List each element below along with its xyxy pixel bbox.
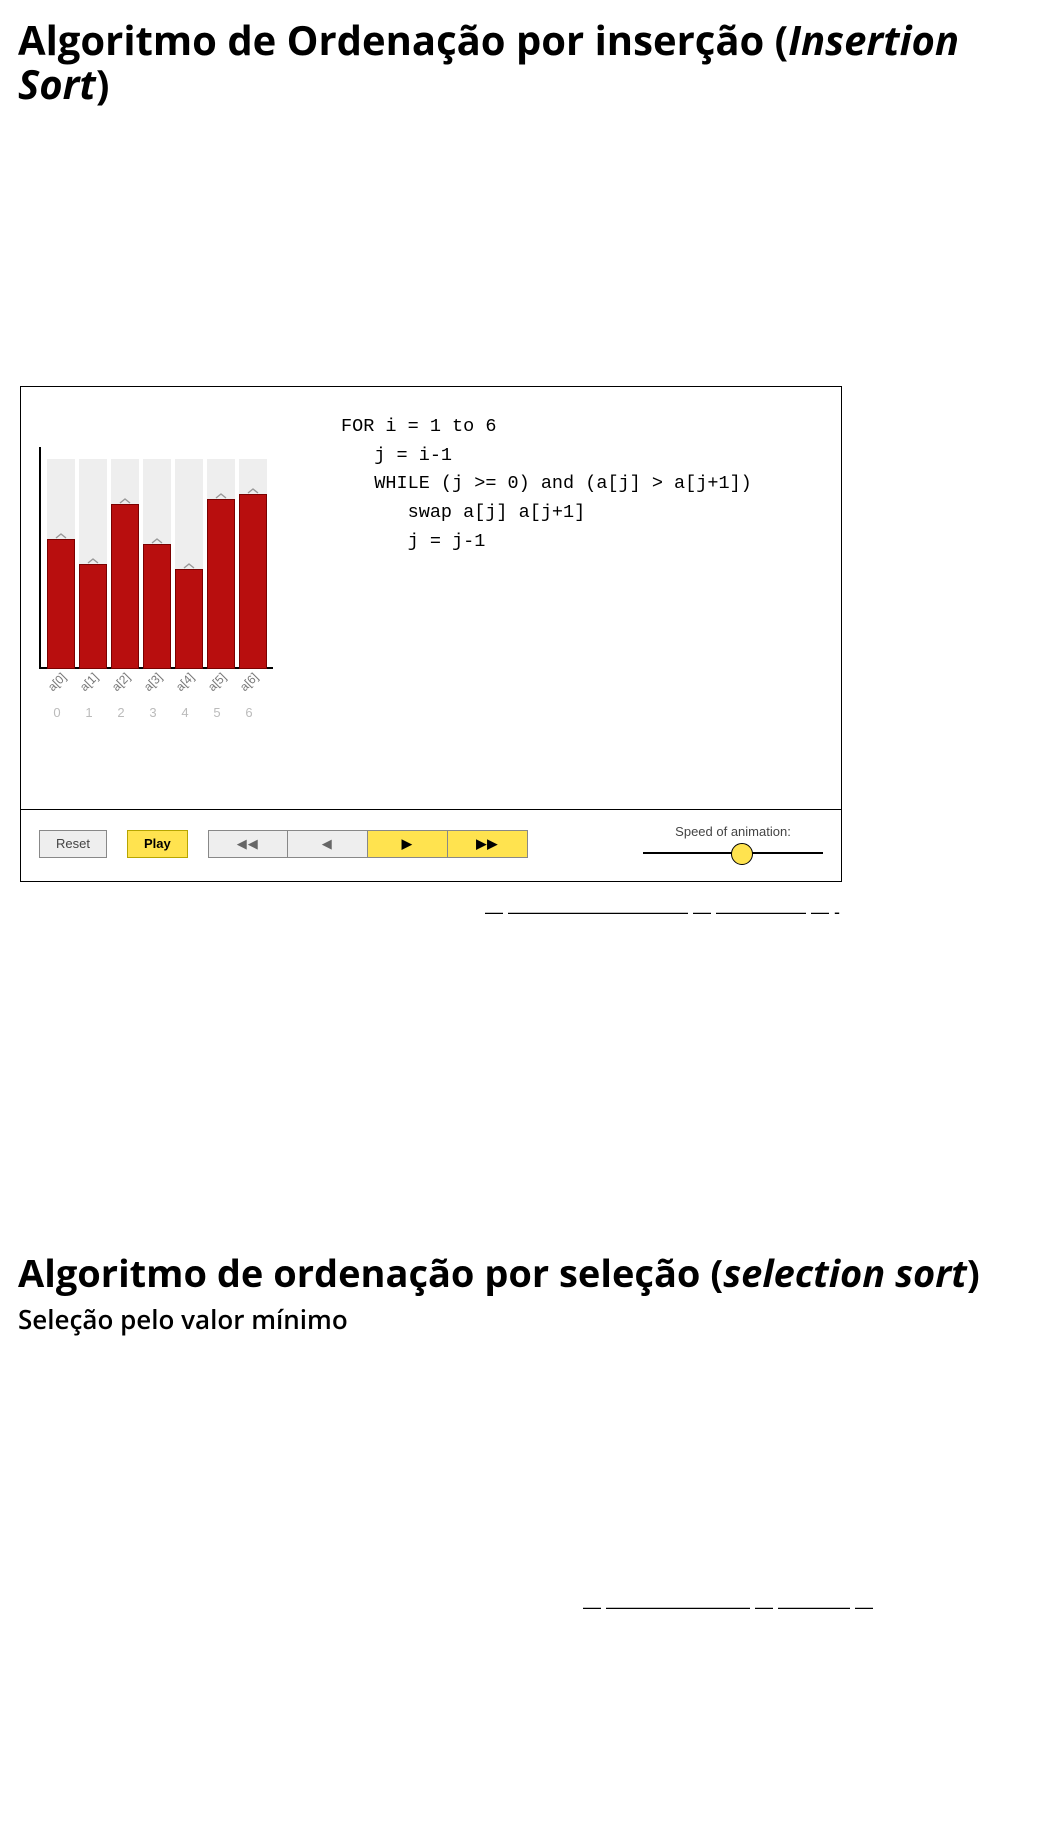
step-button-group: ◀◀ ◀ ▶ ▶▶: [208, 830, 528, 858]
bar-index-label: 5: [201, 705, 233, 720]
bar-handle-icon[interactable]: [80, 558, 106, 566]
bar-category-label: a[4]: [169, 666, 202, 699]
reset-button[interactable]: Reset: [39, 830, 107, 858]
heading-selection-sort: Algoritmo de ordenação por seleção (sele…: [18, 1253, 1037, 1295]
bar-1[interactable]: [79, 564, 107, 669]
heading-text-pt: Algoritmo de Ordenação por inserção (: [18, 12, 788, 67]
bar-category-label: a[1]: [73, 666, 106, 699]
bar-chart: a[0]a[1]a[2]a[3]a[4]a[5]a[6] 0123456: [41, 409, 301, 779]
bar-6[interactable]: [239, 494, 267, 669]
subtitle-selection-sort: Seleção pelo valor mínimo: [18, 1301, 1037, 1337]
bar-category-label: a[3]: [137, 666, 170, 699]
bar-0[interactable]: [47, 539, 75, 669]
bar-4[interactable]: [175, 569, 203, 669]
insertion-sort-widget: a[0]a[1]a[2]a[3]a[4]a[5]a[6] 0123456 FOR…: [20, 386, 842, 882]
bar-index-label: 6: [233, 705, 265, 720]
bar-index-label: 0: [41, 705, 73, 720]
bar-handle-icon[interactable]: [48, 533, 74, 541]
bar-handle-icon[interactable]: [144, 538, 170, 546]
controls-bar: Reset Play ◀◀ ◀ ▶ ▶▶ Speed of animation:: [21, 809, 841, 881]
speed-label: Speed of animation:: [675, 824, 791, 839]
play-button[interactable]: Play: [127, 830, 188, 858]
bar-handle-icon[interactable]: [208, 493, 234, 501]
heading2-close-paren: ): [967, 1247, 980, 1299]
bar-index-label: 4: [169, 705, 201, 720]
bar-category-label: a[2]: [105, 666, 138, 699]
step-back-button[interactable]: ◀: [288, 830, 368, 858]
bar-category-label: a[5]: [201, 666, 234, 699]
y-axis: [39, 447, 41, 669]
bar-category-label: a[6]: [233, 666, 266, 699]
heading2-text-pt: Algoritmo de ordenação por seleção (: [18, 1247, 723, 1299]
forward-icon: ▶: [402, 836, 413, 852]
separator-line-2: — ———————— — ———— —: [18, 1597, 1038, 1618]
bar-index-label: 2: [105, 705, 137, 720]
step-back-fast-button[interactable]: ◀◀: [208, 830, 288, 858]
bar-3[interactable]: [143, 544, 171, 669]
separator-line: — —————————— — ————— — -: [18, 882, 840, 923]
bar-2[interactable]: [111, 504, 139, 669]
speed-slider[interactable]: [643, 843, 823, 863]
slider-thumb[interactable]: [731, 843, 753, 865]
heading-insertion-sort: Algoritmo de Ordenação por inserção (Ins…: [18, 18, 1037, 106]
step-forward-button[interactable]: ▶: [368, 830, 448, 858]
bar-handle-icon[interactable]: [240, 488, 266, 496]
step-forward-fast-button[interactable]: ▶▶: [448, 830, 528, 858]
bar-handle-icon[interactable]: [176, 563, 202, 571]
bar-handle-icon[interactable]: [112, 498, 138, 506]
fast-forward-icon: ▶▶: [476, 836, 498, 852]
back-icon: ◀: [322, 836, 333, 852]
bar-category-label: a[0]: [41, 666, 74, 699]
rewind-icon: ◀◀: [237, 836, 259, 852]
pseudocode-block: FOR i = 1 to 6 j = i-1 WHILE (j >= 0) an…: [301, 409, 829, 779]
bar-5[interactable]: [207, 499, 235, 669]
heading2-text-en: selection sort: [723, 1247, 967, 1299]
heading-close-paren: ): [96, 56, 110, 111]
bar-index-label: 3: [137, 705, 169, 720]
bar-index-label: 1: [73, 705, 105, 720]
